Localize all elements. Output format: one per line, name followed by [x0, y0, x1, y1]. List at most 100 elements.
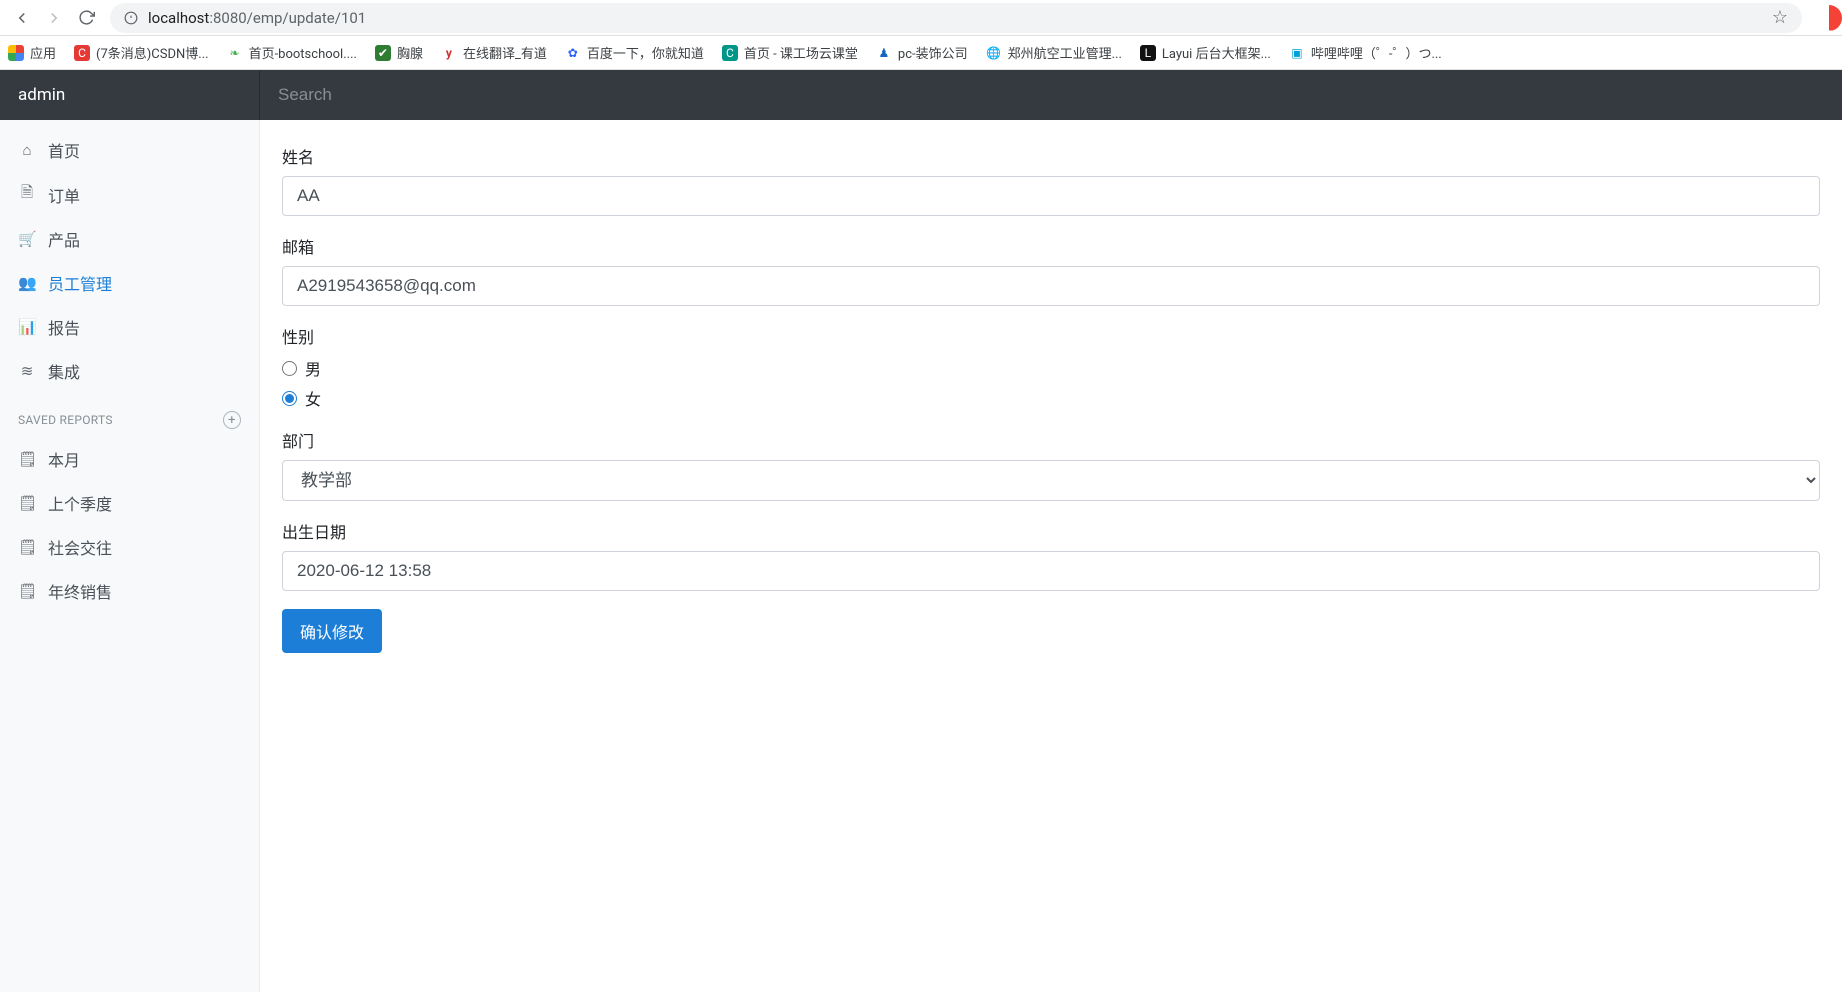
favicon-icon: L [1140, 45, 1156, 61]
favicon-icon: ✿ [565, 45, 581, 61]
bookmark-label: 在线翻译_有道 [463, 43, 547, 62]
main-content: 姓名 邮箱 性别 男 女 部门 教学部 出生日期 [260, 120, 1842, 992]
gender-male-row[interactable]: 男 [282, 356, 1820, 380]
bookmark-label: Layui 后台大框架... [1162, 43, 1271, 62]
sidebar-item-employees[interactable]: 👥 员工管理 [0, 261, 259, 305]
bookmark-item[interactable]: ✔ 胸腺 [375, 43, 423, 62]
favicon-icon: 🌐 [986, 45, 1002, 61]
birth-label: 出生日期 [282, 519, 1820, 543]
sidebar-item-label: 上个季度 [48, 491, 112, 515]
bookmark-label: 应用 [30, 43, 56, 62]
email-input[interactable] [282, 266, 1820, 306]
name-input[interactable] [282, 176, 1820, 216]
not-secure-icon [124, 11, 138, 25]
sidebar-item-orders[interactable]: 🗎 订单 [0, 172, 259, 217]
submit-button[interactable]: 确认修改 [282, 609, 382, 653]
app-header: admin [0, 70, 1842, 120]
favicon-icon: y [441, 45, 457, 61]
sidebar-item-label: 本月 [48, 447, 80, 471]
name-label: 姓名 [282, 144, 1820, 168]
sidebar-item-label: 订单 [48, 183, 80, 207]
sidebar-item-products[interactable]: 🛒 产品 [0, 217, 259, 261]
favicon-icon: ✔ [375, 45, 391, 61]
bookmark-item[interactable]: ♟ pc-装饰公司 [876, 43, 968, 62]
bookmark-bar: 应用 C (7条消息)CSDN博... ❧ 首页-bootschool.... ✔ 胸… [0, 36, 1842, 70]
bookmark-item[interactable]: ▣哔哩哔哩（゜-゜）つ... [1289, 43, 1442, 62]
bookmark-label: 首页-bootschool.... [249, 43, 357, 62]
email-label: 邮箱 [282, 234, 1820, 258]
file-text-icon: 🗒 [18, 538, 36, 556]
sidebar-report-item[interactable]: 🗒 社会交往 [0, 525, 259, 569]
users-icon: 👥 [18, 274, 36, 292]
home-icon: ⌂ [18, 141, 36, 159]
bookmark-item[interactable]: ❧ 首页-bootschool.... [227, 43, 357, 62]
back-button[interactable] [6, 3, 38, 33]
sidebar-item-label: 社会交往 [48, 535, 112, 559]
bookmark-label: pc-装饰公司 [898, 43, 968, 62]
bookmark-apps[interactable]: 应用 [8, 43, 56, 62]
bookmark-item[interactable]: y 在线翻译_有道 [441, 43, 547, 62]
gender-female-row[interactable]: 女 [282, 386, 1820, 410]
gender-male-radio[interactable] [282, 361, 297, 376]
gender-female-radio[interactable] [282, 391, 297, 406]
file-text-icon: 🗒 [18, 450, 36, 468]
favicon-icon: ❧ [227, 45, 243, 61]
favicon-icon: C [74, 45, 90, 61]
bookmark-label: 首页 - 课工场云课堂 [744, 43, 858, 62]
layers-icon: ≋ [18, 362, 36, 380]
bookmark-item[interactable]: 🌐 郑州航空工业管理... [986, 43, 1122, 62]
sidebar-report-item[interactable]: 🗒 上个季度 [0, 481, 259, 525]
reload-button[interactable] [70, 3, 102, 33]
file-icon: 🗎 [18, 182, 36, 207]
form-group-gender: 性别 男 女 [282, 324, 1820, 410]
url-text: localhost:8080/emp/update/101 [148, 9, 366, 27]
form-group-birth: 出生日期 [282, 519, 1820, 591]
bookmark-item[interactable]: C (7条消息)CSDN博... [74, 43, 209, 62]
gender-female-label: 女 [305, 386, 321, 410]
dept-select[interactable]: 教学部 [282, 460, 1820, 501]
form-group-email: 邮箱 [282, 234, 1820, 306]
form-group-dept: 部门 教学部 [282, 428, 1820, 501]
favicon-icon: C [722, 45, 738, 61]
bookmark-item[interactable]: ✿ 百度一下，你就知道 [565, 43, 704, 62]
search-input[interactable] [278, 85, 1824, 105]
bookmark-item[interactable]: C 首页 - 课工场云课堂 [722, 43, 858, 62]
apps-icon [8, 45, 24, 61]
forward-button[interactable] [38, 3, 70, 33]
birth-input[interactable] [282, 551, 1820, 591]
cart-icon: 🛒 [18, 230, 36, 248]
sidebar-item-label: 员工管理 [48, 271, 112, 295]
sidebar-report-item[interactable]: 🗒 本月 [0, 437, 259, 481]
sidebar-item-label: 年终销售 [48, 579, 112, 603]
sidebar-report-item[interactable]: 🗒 年终销售 [0, 569, 259, 613]
bookmark-label: 百度一下，你就知道 [587, 43, 704, 62]
gender-label: 性别 [282, 324, 1820, 348]
file-text-icon: 🗒 [18, 582, 36, 600]
file-text-icon: 🗒 [18, 494, 36, 512]
favicon-icon: ♟ [876, 45, 892, 61]
bookmark-label: (7条消息)CSDN博... [96, 43, 209, 62]
sidebar: ⌂ 首页 🗎 订单 🛒 产品 👥 员工管理 📊 报告 ≋ 集成 SAVED RE… [0, 120, 260, 992]
bookmark-label: 郑州航空工业管理... [1008, 43, 1122, 62]
add-report-icon[interactable]: + [223, 411, 241, 429]
bookmark-item[interactable]: L Layui 后台大框架... [1140, 43, 1271, 62]
sidebar-item-home[interactable]: ⌂ 首页 [0, 128, 259, 172]
sidebar-section-title: SAVED REPORTS [18, 413, 113, 427]
chart-icon: 📊 [18, 318, 36, 336]
profile-avatar[interactable] [1816, 5, 1842, 31]
browser-toolbar: localhost:8080/emp/update/101 ☆ [0, 0, 1842, 36]
sidebar-item-label: 报告 [48, 315, 80, 339]
sidebar-item-integrations[interactable]: ≋ 集成 [0, 349, 259, 393]
bookmark-star-icon[interactable]: ☆ [1772, 7, 1788, 28]
form-group-name: 姓名 [282, 144, 1820, 216]
sidebar-item-label: 首页 [48, 138, 80, 162]
bookmark-label: 胸腺 [397, 43, 423, 62]
sidebar-item-label: 产品 [48, 227, 80, 251]
sidebar-item-reports[interactable]: 📊 报告 [0, 305, 259, 349]
search-wrap [260, 85, 1842, 105]
favicon-icon: ▣ [1289, 45, 1305, 61]
sidebar-section-header: SAVED REPORTS + [0, 393, 259, 437]
brand[interactable]: admin [0, 70, 260, 120]
dept-label: 部门 [282, 428, 1820, 452]
address-bar[interactable]: localhost:8080/emp/update/101 ☆ [110, 3, 1802, 33]
